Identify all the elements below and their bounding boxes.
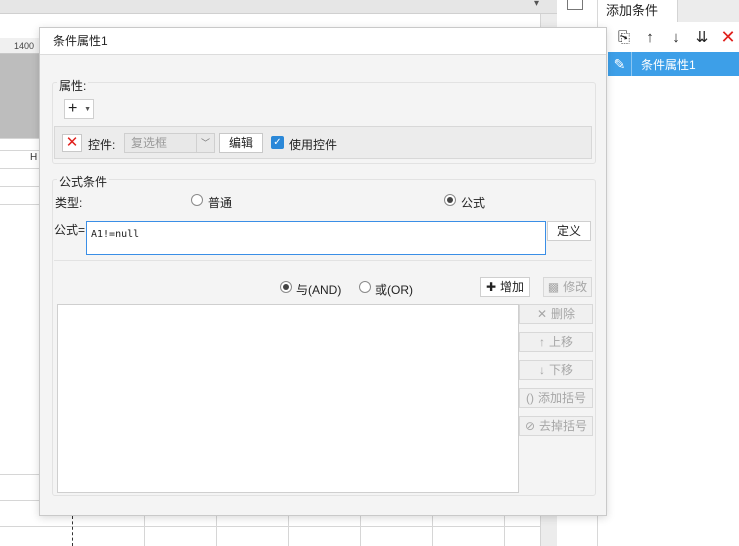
- modify-button-label: 修改: [563, 280, 588, 294]
- remove-bracket-label: 去掉括号: [539, 419, 588, 433]
- edit-pencil-icon: ✎: [608, 52, 632, 76]
- or-label: 或(OR): [375, 283, 413, 297]
- formula-input[interactable]: A1!=null: [86, 221, 546, 255]
- control-select-value: 复选框: [131, 136, 168, 150]
- delete-button-label: 删除: [551, 307, 576, 321]
- ruler: 1400: [0, 38, 40, 54]
- panel-toolbar: ⎘ ↑ ↓ ⇊ ✕: [598, 22, 739, 52]
- section-divider: [54, 260, 592, 261]
- arrow-up-icon: ↑: [538, 335, 545, 349]
- copy-icon[interactable]: ⎘: [614, 27, 634, 47]
- move-up-label: 上移: [548, 335, 573, 349]
- use-control-checkbox[interactable]: ✓: [271, 136, 284, 149]
- dialog-title: 条件属性1: [40, 28, 606, 55]
- arrow-down-icon[interactable]: ↓: [666, 27, 686, 47]
- chevron-down-icon: ﹀: [196, 134, 214, 152]
- condition-item-label: 条件属性1: [641, 57, 696, 72]
- plus-icon: +: [68, 100, 78, 117]
- add-button[interactable]: ✚ 增加: [480, 277, 530, 297]
- edit-button[interactable]: 编辑: [219, 133, 263, 153]
- modify-icon: ▩: [547, 280, 560, 294]
- define-button[interactable]: 定义: [547, 221, 591, 241]
- sheet-gray-area: [0, 54, 40, 138]
- add-bracket-button[interactable]: () 添加括号: [519, 388, 593, 408]
- add-attribute-dropdown[interactable]: + ▼: [64, 99, 94, 119]
- tab-add-condition[interactable]: 添加条件: [598, 0, 678, 22]
- or-radio[interactable]: [359, 281, 371, 293]
- condition-list-item[interactable]: ✎ 条件属性1: [608, 52, 739, 76]
- type-normal-radio[interactable]: [191, 194, 203, 206]
- and-radio[interactable]: [280, 281, 292, 293]
- condition-list-area[interactable]: [57, 304, 519, 493]
- modify-button[interactable]: ▩ 修改: [543, 277, 592, 297]
- move-up-button[interactable]: ↑ 上移: [519, 332, 593, 352]
- dropdown-arrow-icon: ▾: [534, 0, 540, 9]
- panel-tabstrip: 添加条件: [598, 0, 739, 22]
- attributes-label: 属性:: [57, 77, 89, 94]
- conditions-panel: 添加条件 ⎘ ↑ ↓ ⇊ ✕ ✎ 条件属性1: [597, 0, 739, 546]
- control-type-select[interactable]: 复选框 ﹀: [124, 133, 215, 153]
- chevron-down-icon: ▼: [84, 106, 91, 113]
- move-down-button[interactable]: ↓ 下移: [519, 360, 593, 380]
- arrow-up-icon[interactable]: ↑: [640, 27, 660, 47]
- use-control-label: 使用控件: [289, 138, 338, 152]
- delete-button[interactable]: ✕ 删除: [519, 304, 593, 324]
- plus-icon: ✚: [485, 280, 497, 294]
- condition-attribute-dialog: 条件属性1 属性: + ▼ ✕ 控件: 复选框 ﹀ 编辑 ✓ 使用控件 公式条件…: [39, 27, 607, 516]
- layout-icon: [567, 0, 583, 10]
- type-formula-label: 公式: [461, 196, 486, 210]
- and-label: 与(AND): [296, 283, 342, 297]
- formula-label: 公式=: [54, 223, 86, 237]
- remove-bracket-icon: ⊘: [524, 419, 536, 433]
- bracket-icon: (): [525, 391, 534, 405]
- control-attribute-row: ✕ 控件: 复选框 ﹀ 编辑 ✓ 使用控件: [54, 126, 592, 159]
- move-bottom-icon[interactable]: ⇊: [692, 27, 712, 47]
- delete-icon[interactable]: ✕: [718, 27, 738, 47]
- type-label: 类型:: [55, 196, 83, 210]
- type-formula-radio[interactable]: [444, 194, 456, 206]
- add-bracket-label: 添加括号: [537, 391, 586, 405]
- move-down-label: 下移: [548, 363, 573, 377]
- remove-attribute-button[interactable]: ✕: [62, 134, 82, 152]
- page-break-line: [72, 516, 73, 546]
- arrow-down-icon: ↓: [538, 363, 545, 377]
- add-button-label: 增加: [500, 280, 525, 294]
- type-normal-label: 普通: [208, 196, 233, 210]
- background-toolbar: [0, 0, 557, 14]
- formula-condition-label: 公式条件: [57, 173, 110, 190]
- column-header: H: [30, 152, 38, 163]
- close-icon: ✕: [536, 307, 548, 321]
- control-label: 控件:: [88, 138, 116, 152]
- remove-bracket-button[interactable]: ⊘ 去掉括号: [519, 416, 593, 436]
- ruler-label: 1400: [14, 41, 35, 51]
